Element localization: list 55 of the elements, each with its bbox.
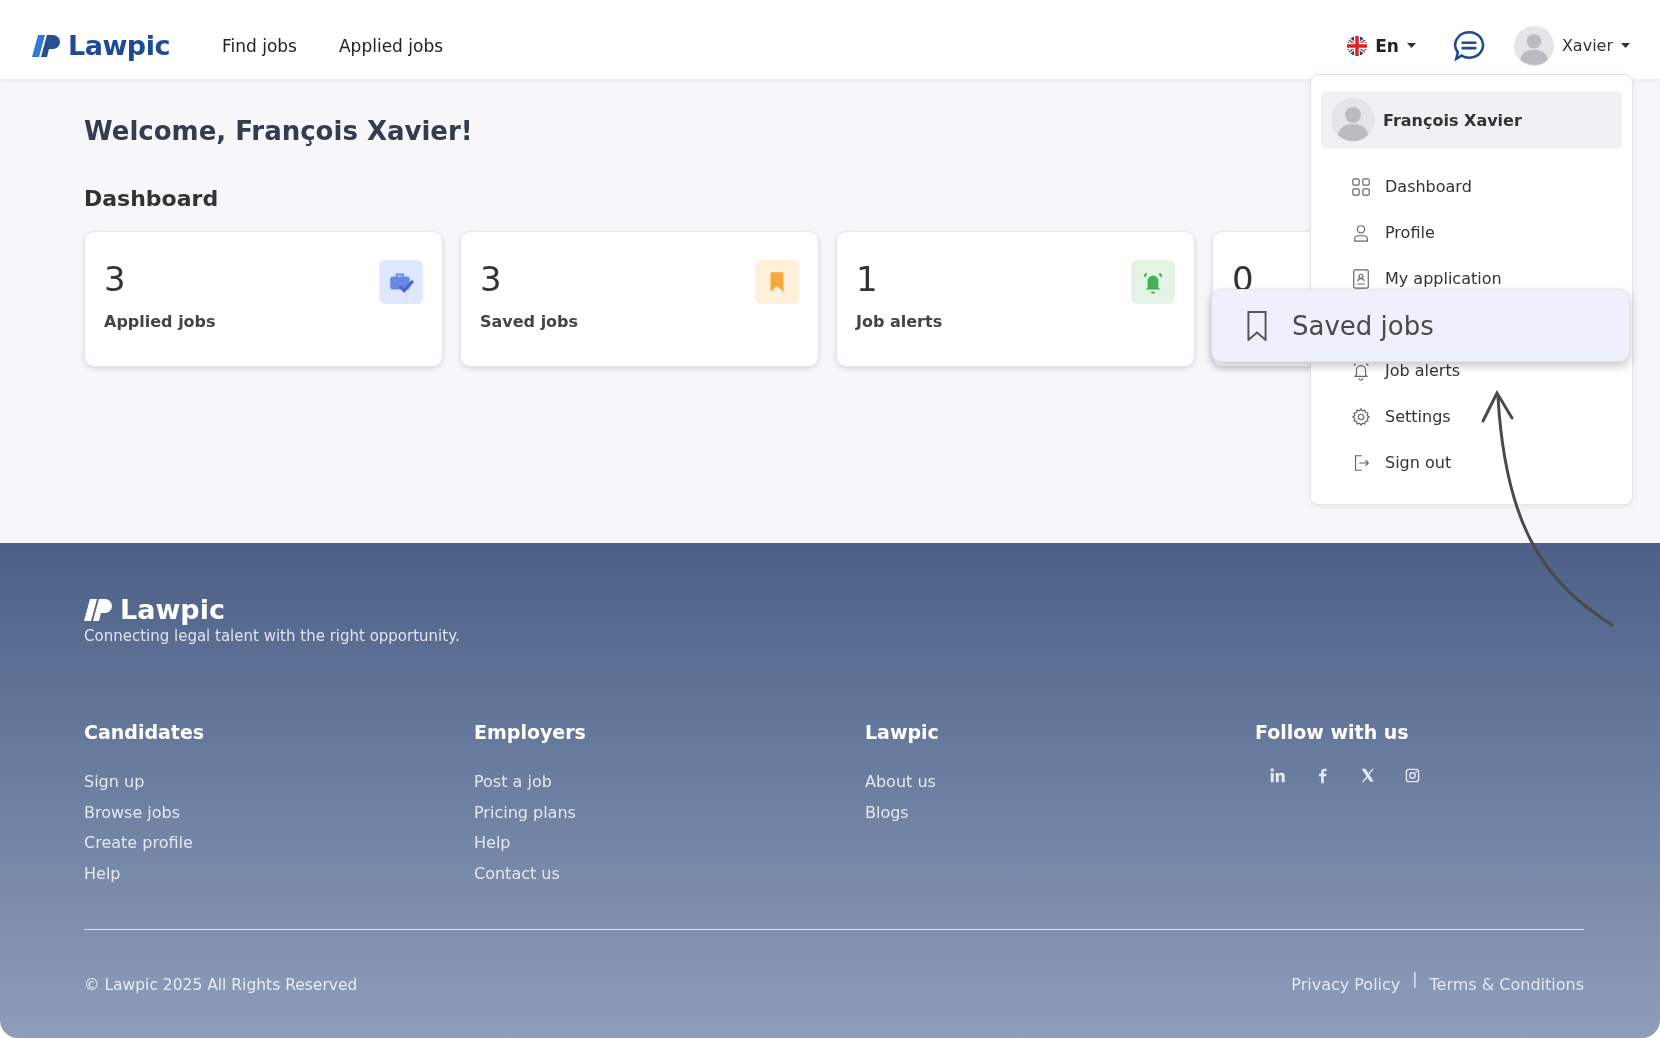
bell-icon bbox=[1351, 361, 1371, 381]
person-icon bbox=[1351, 223, 1371, 243]
footer-heading: Lawpic bbox=[865, 721, 940, 743]
footer-heading: Employers bbox=[474, 721, 587, 743]
menu-item[interactable]: Sign out bbox=[1351, 453, 1452, 473]
footer-link[interactable]: Pricing plans bbox=[474, 797, 865, 828]
footer-link[interactable]: Blogs bbox=[865, 797, 1255, 828]
bookmark-icon bbox=[1246, 310, 1268, 341]
document-icon bbox=[1351, 269, 1371, 289]
flag-icon bbox=[1347, 35, 1368, 56]
footer-link[interactable]: Help bbox=[84, 858, 474, 889]
language-selector[interactable]: En bbox=[1347, 35, 1416, 56]
instagram-icon[interactable] bbox=[1404, 767, 1421, 784]
menu-item[interactable]: Dashboard bbox=[1351, 177, 1472, 197]
linkedin-icon[interactable] bbox=[1269, 767, 1286, 784]
x-icon[interactable] bbox=[1359, 767, 1376, 784]
stat-label: Job alerts bbox=[856, 312, 944, 331]
copyright-text: © Lawpic 2025 All Rights Reserved bbox=[84, 976, 358, 995]
chat-icon[interactable] bbox=[1451, 28, 1486, 63]
avatar-icon[interactable] bbox=[1513, 25, 1554, 66]
footer-heading: Follow with us bbox=[1255, 721, 1410, 743]
separator: | bbox=[1412, 970, 1418, 990]
footer-link[interactable]: Browse jobs bbox=[84, 797, 474, 828]
user-menu-button[interactable]: Xavier bbox=[1513, 25, 1630, 66]
footer-link[interactable]: Sign up bbox=[84, 767, 474, 798]
footer-heading: Candidates bbox=[84, 721, 206, 743]
welcome-heading: Welcome, François Xavier! bbox=[84, 115, 473, 148]
footer-link[interactable]: Help bbox=[474, 828, 865, 859]
stat-value: 3 bbox=[104, 258, 126, 300]
menu-item[interactable]: Profile bbox=[1351, 223, 1435, 243]
menu-item[interactable]: Settings bbox=[1351, 407, 1451, 427]
section-heading: Dashboard bbox=[84, 185, 219, 213]
footer-link[interactable]: Post a job bbox=[474, 767, 865, 798]
caret-icon bbox=[1621, 43, 1630, 48]
nav-link[interactable]: Find jobs bbox=[221, 35, 297, 56]
menu-item[interactable]: Job alerts bbox=[1351, 361, 1461, 381]
highlighted-menu-item[interactable]: Saved jobs bbox=[1211, 289, 1630, 362]
stat-label: Applied jobs bbox=[104, 312, 217, 331]
logo-text[interactable]: Lawpic bbox=[120, 594, 225, 625]
stat-value: 3 bbox=[480, 258, 502, 300]
menu-item[interactable]: My application bbox=[1351, 269, 1502, 289]
stat-label: Saved jobs bbox=[480, 312, 580, 331]
tagline: Connecting legal talent with the right opportunity. bbox=[84, 627, 461, 645]
caret-icon bbox=[1406, 43, 1416, 48]
footer-link[interactable]: Contact us bbox=[474, 858, 865, 889]
logo-icon bbox=[32, 32, 62, 59]
nav-link[interactable]: Applied jobs bbox=[339, 35, 444, 56]
logo-icon bbox=[84, 596, 114, 623]
footer-link[interactable]: Create profile bbox=[84, 828, 474, 859]
grid-icon bbox=[1351, 177, 1371, 197]
gear-icon bbox=[1351, 407, 1371, 427]
logo-text[interactable]: Lawpic bbox=[68, 30, 170, 61]
stat-value: 1 bbox=[856, 258, 878, 300]
footer-link[interactable]: About us bbox=[865, 767, 1255, 798]
user-name: François Xavier bbox=[1383, 110, 1522, 130]
